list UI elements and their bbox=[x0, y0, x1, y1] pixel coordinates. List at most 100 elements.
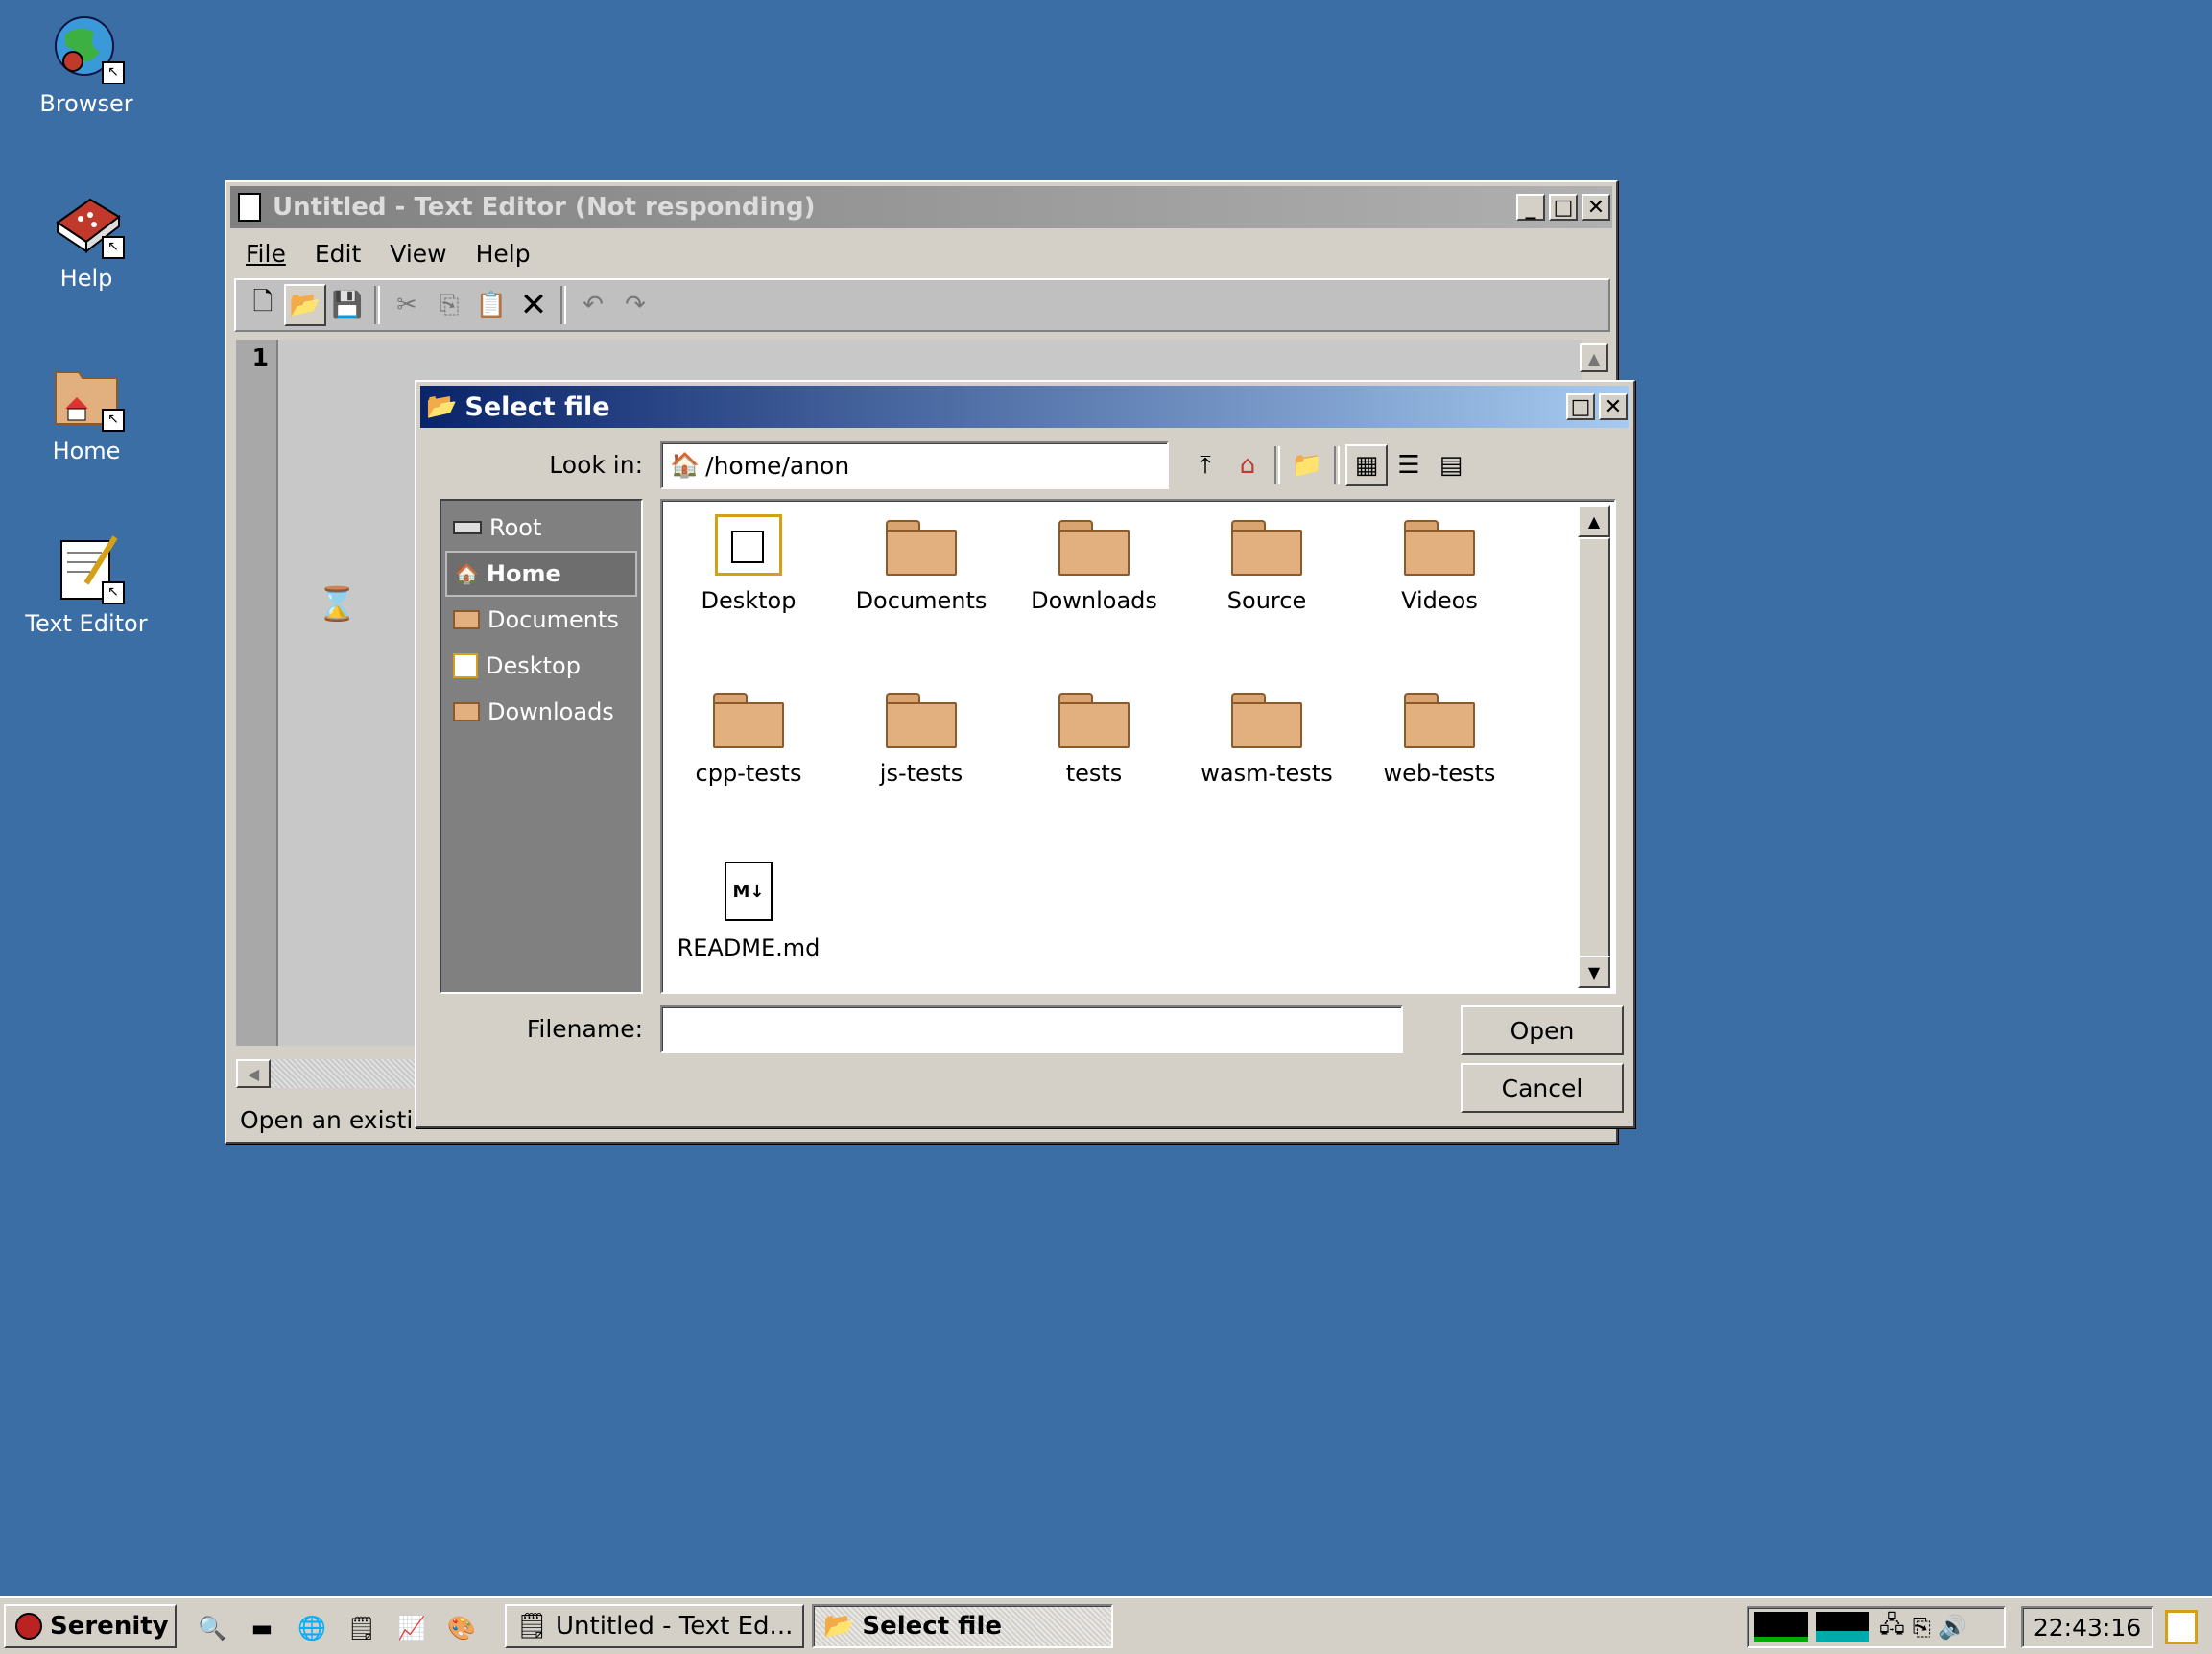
folder-icon bbox=[713, 693, 784, 748]
sidebar-item-home[interactable]: 🏠 Home bbox=[445, 551, 637, 597]
menu-help[interactable]: Help bbox=[476, 240, 531, 268]
delete-icon[interactable]: ✕ bbox=[512, 284, 555, 326]
help-book-icon: ↖ bbox=[52, 188, 125, 259]
copy-icon[interactable]: ⎘ bbox=[428, 284, 470, 326]
open-folder-icon[interactable]: 📂 bbox=[284, 284, 326, 326]
menu-edit[interactable]: Edit bbox=[315, 240, 361, 268]
paint-icon[interactable]: 🎨 bbox=[445, 1612, 478, 1644]
file-item[interactable]: web-tests bbox=[1353, 683, 1526, 787]
sidebar-item-label: Home bbox=[486, 560, 561, 587]
columns-view-icon[interactable]: ▤ bbox=[1430, 444, 1472, 486]
close-button[interactable]: ✕ bbox=[1582, 194, 1610, 221]
select-file-dialog: 📂 Select file □ ✕ Look in: 🏠 /home/anon … bbox=[415, 380, 1635, 1128]
file-item[interactable]: tests bbox=[1008, 683, 1180, 787]
desktop-icon-browser[interactable]: ↖ Browser bbox=[10, 13, 163, 117]
desktop-icon-text-editor[interactable]: ↖ Text Editor bbox=[10, 533, 163, 637]
sidebar-item-root[interactable]: Root bbox=[441, 505, 641, 551]
file-label: Source bbox=[1226, 587, 1307, 614]
open-button[interactable]: Open bbox=[1461, 1005, 1624, 1055]
sidebar-item-documents[interactable]: Documents bbox=[441, 597, 641, 643]
text-editor-titlebar[interactable]: Untitled - Text Editor (Not responding) … bbox=[230, 186, 1612, 228]
system-monitor-icon[interactable]: 📈 bbox=[395, 1612, 428, 1644]
redo-icon[interactable]: ↷ bbox=[614, 284, 656, 326]
dialog-title: Select file bbox=[464, 391, 610, 422]
scroll-up-button[interactable]: ▲ bbox=[1580, 343, 1608, 372]
start-button[interactable]: Serenity bbox=[4, 1604, 177, 1648]
dialog-titlebar[interactable]: 📂 Select file □ ✕ bbox=[420, 386, 1629, 428]
clipboard-icon[interactable]: ⎘ bbox=[1913, 1614, 1931, 1641]
file-item[interactable]: Downloads bbox=[1008, 510, 1180, 614]
sidebar-item-desktop[interactable]: Desktop bbox=[441, 643, 641, 689]
cancel-button[interactable]: Cancel bbox=[1461, 1063, 1624, 1113]
scroll-left-button[interactable]: ◀ bbox=[236, 1059, 271, 1088]
task-label: Select file bbox=[862, 1612, 1002, 1641]
places-sidebar: Root 🏠 Home Documents Desktop Downloads bbox=[440, 499, 643, 994]
file-item[interactable]: M↓ README.md bbox=[662, 856, 835, 961]
file-item[interactable]: js-tests bbox=[835, 683, 1008, 787]
file-item[interactable]: Videos bbox=[1353, 510, 1526, 614]
maximize-button[interactable]: □ bbox=[1566, 393, 1595, 420]
file-view[interactable]: Desktop Documents Downloads Source Video… bbox=[660, 499, 1616, 994]
menu-view[interactable]: View bbox=[390, 240, 446, 268]
sidebar-item-label: Root bbox=[489, 514, 542, 541]
path-input[interactable]: 🏠 /home/anon bbox=[660, 441, 1169, 489]
file-item[interactable]: Desktop bbox=[662, 510, 835, 614]
home-icon[interactable]: ⌂ bbox=[1226, 444, 1269, 486]
desktop-icon-home[interactable]: ↖ Home bbox=[10, 361, 163, 464]
scrollbar-thumb[interactable] bbox=[1578, 537, 1610, 957]
status-text: Open an existir bbox=[240, 1105, 423, 1134]
browser-icon[interactable]: 🌐 bbox=[296, 1612, 328, 1644]
line-number: 1 bbox=[251, 343, 269, 371]
file-label: js-tests bbox=[879, 760, 963, 787]
desktop-icon-help[interactable]: ↖ Help bbox=[10, 188, 163, 292]
minimize-button[interactable]: _ bbox=[1516, 194, 1545, 221]
file-item[interactable]: cpp-tests bbox=[662, 683, 835, 787]
system-tray: 🖧 ⎘ 🔊 bbox=[1747, 1606, 2006, 1648]
file-label: cpp-tests bbox=[695, 760, 802, 787]
save-icon[interactable]: 💾 bbox=[326, 284, 369, 326]
text-editor-icon[interactable]: 🗒 bbox=[345, 1612, 378, 1644]
cpu-graph-icon[interactable] bbox=[1754, 1612, 1808, 1642]
clock[interactable]: 22:43:16 bbox=[2021, 1606, 2153, 1648]
filename-label: Filename: bbox=[526, 1015, 643, 1043]
filename-input[interactable] bbox=[660, 1005, 1403, 1053]
desktop-icon-label: Help bbox=[59, 265, 113, 292]
file-label: Documents bbox=[855, 587, 987, 614]
table-view-icon[interactable]: ☰ bbox=[1388, 444, 1430, 486]
task-select-file[interactable]: 📂 Select file bbox=[812, 1604, 1113, 1648]
sidebar-item-downloads[interactable]: Downloads bbox=[441, 689, 641, 735]
start-button-label: Serenity bbox=[50, 1612, 169, 1641]
notifications-icon[interactable] bbox=[2165, 1610, 2198, 1644]
memory-graph-icon[interactable] bbox=[1816, 1612, 1869, 1642]
folder-icon bbox=[1231, 520, 1302, 576]
scroll-up-button[interactable]: ▲ bbox=[1578, 505, 1610, 537]
maximize-button[interactable]: □ bbox=[1549, 194, 1578, 221]
folder-icon bbox=[1231, 693, 1302, 748]
drive-icon bbox=[453, 521, 482, 534]
cut-icon[interactable]: ✂ bbox=[386, 284, 428, 326]
new-folder-icon[interactable]: 📁 bbox=[1286, 444, 1328, 486]
undo-icon[interactable]: ↶ bbox=[572, 284, 614, 326]
look-in-label: Look in: bbox=[549, 451, 643, 479]
file-label: README.md bbox=[677, 934, 821, 961]
new-file-icon[interactable]: 🗋 bbox=[242, 284, 284, 326]
file-item[interactable]: Documents bbox=[835, 510, 1008, 614]
parent-folder-icon[interactable]: ⤒ bbox=[1184, 444, 1226, 486]
folder-icon bbox=[1404, 520, 1475, 576]
file-item[interactable]: wasm-tests bbox=[1180, 683, 1353, 787]
file-item[interactable]: Source bbox=[1180, 510, 1353, 614]
folder-icon bbox=[453, 610, 480, 629]
task-text-editor[interactable]: 🗒 Untitled - Text Ed... bbox=[505, 1604, 804, 1648]
paste-icon[interactable]: 📋 bbox=[470, 284, 512, 326]
volume-icon[interactable]: 🔊 bbox=[1938, 1614, 1967, 1641]
terminal-icon[interactable]: ▬ bbox=[246, 1612, 278, 1644]
menu-file[interactable]: File bbox=[246, 240, 286, 268]
desktop-icon bbox=[453, 653, 478, 678]
network-icon[interactable]: 🖧 bbox=[1879, 1608, 1905, 1647]
dialog-toolbar: ⤒ ⌂ 📁 ▦ ☰ ▤ bbox=[1184, 441, 1472, 489]
scroll-down-button[interactable]: ▼ bbox=[1578, 956, 1610, 988]
close-button[interactable]: ✕ bbox=[1599, 393, 1628, 420]
document-icon bbox=[238, 193, 261, 222]
file-manager-icon[interactable]: 🔍 bbox=[196, 1612, 228, 1644]
icon-view-icon[interactable]: ▦ bbox=[1345, 444, 1388, 486]
